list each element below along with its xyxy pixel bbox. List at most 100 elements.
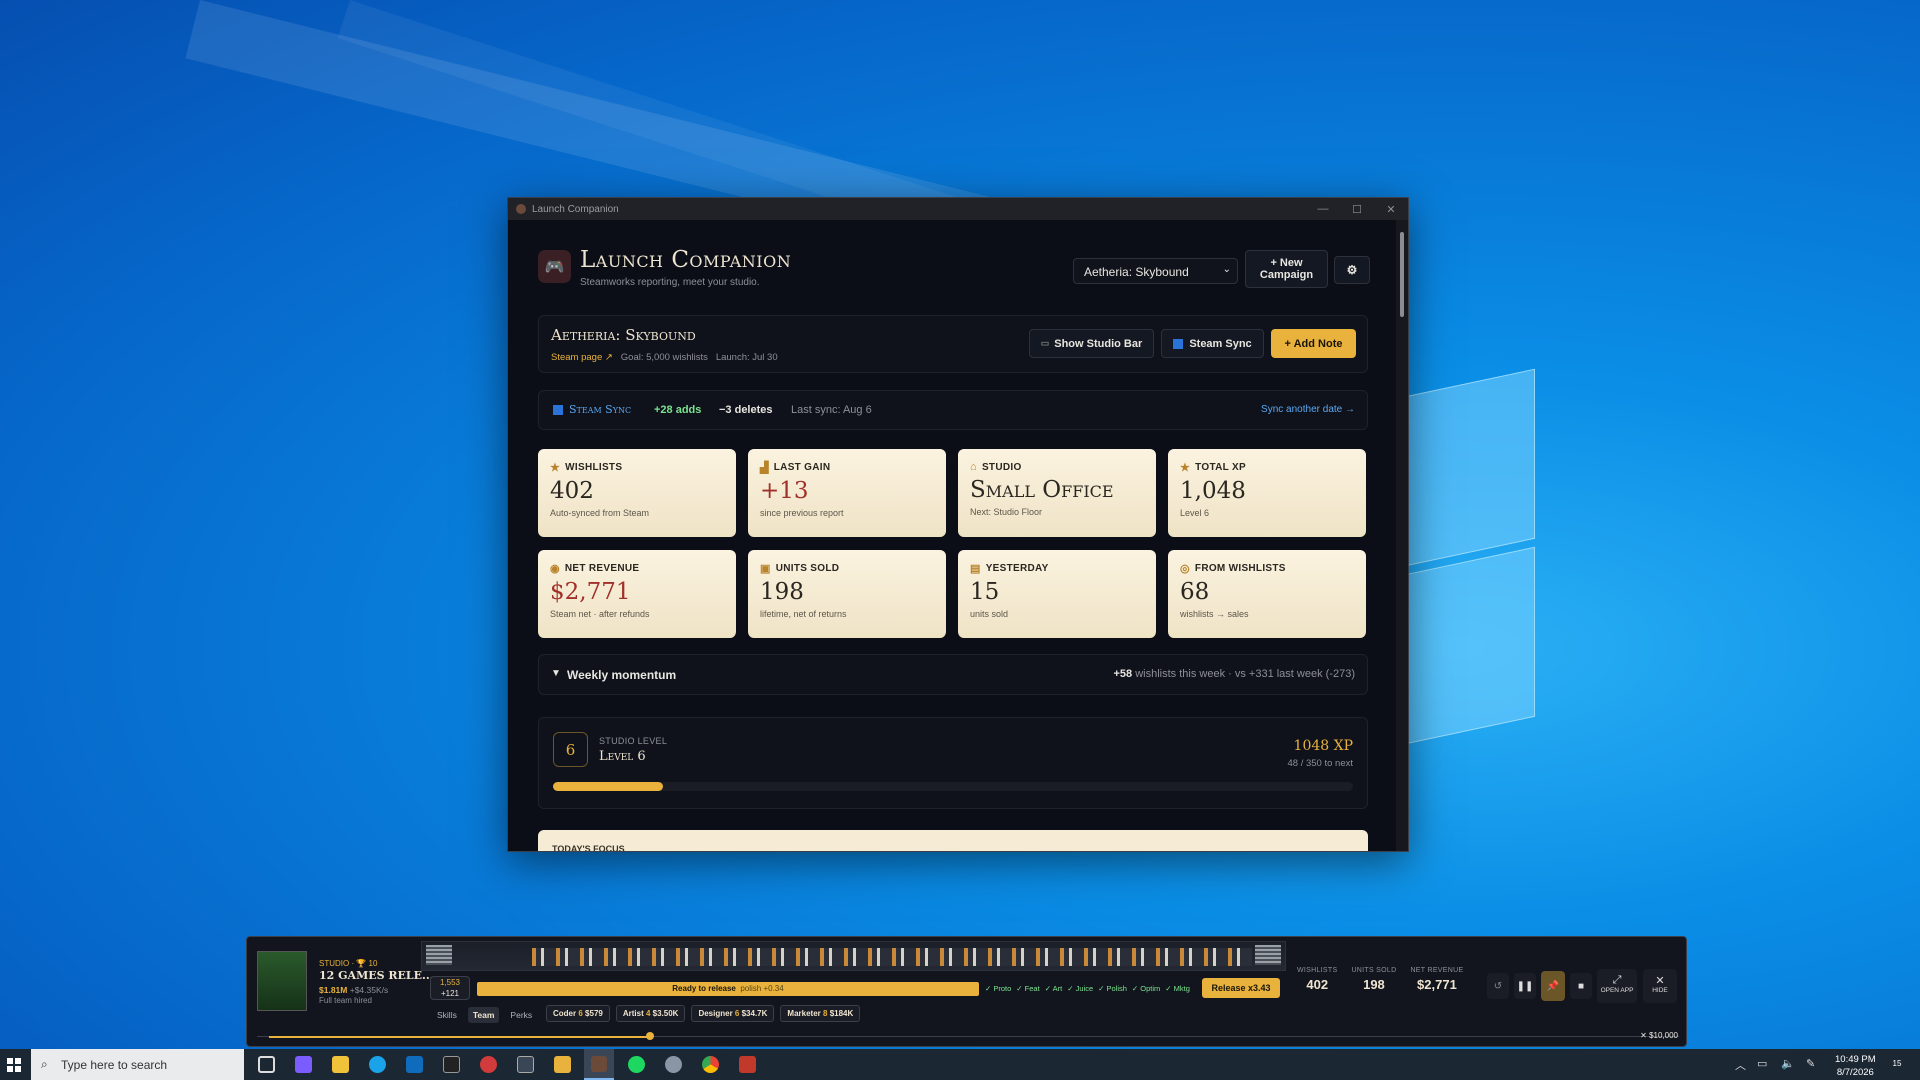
sync-label: Steam Sync — [569, 403, 632, 416]
file-explorer-icon[interactable] — [332, 1056, 349, 1073]
steam-sync-label: Steam Sync — [1189, 337, 1252, 350]
app-icon[interactable] — [554, 1056, 571, 1073]
tab-team[interactable]: Team — [467, 1007, 500, 1023]
polish-text: polish +0.34 — [740, 984, 784, 993]
scrollbar-thumb[interactable] — [1400, 232, 1404, 317]
clock-date: 8/7/2026 — [1836, 1067, 1874, 1078]
edge-icon[interactable] — [369, 1056, 386, 1073]
role-marketer-button[interactable]: Marketer 8 $184K — [780, 1005, 861, 1022]
stat-card-total-xp: ★ TOTAL XP 1,048 Level 6 — [1168, 449, 1366, 537]
launch-companion-taskbar-item[interactable] — [584, 1049, 614, 1080]
stat-sub: since previous report — [760, 508, 844, 518]
pen-icon[interactable]: ✎ — [1806, 1057, 1815, 1070]
stat-value: 15 — [970, 579, 1000, 605]
minimize-button[interactable]: — — [1306, 198, 1340, 220]
clock-time: 10:49 PM — [1835, 1054, 1876, 1065]
scrollbar[interactable] — [1396, 220, 1408, 851]
timeline-marker[interactable] — [646, 1032, 654, 1040]
goal-label: ✕ $10,000 — [1640, 1031, 1678, 1040]
terminal-icon[interactable] — [443, 1056, 460, 1073]
notification-button[interactable]: 15 — [1888, 1055, 1906, 1073]
stat-value: Small Office — [970, 477, 1114, 503]
stat-card-wishlists: ★ WISHLISTS 402 Auto-synced from Steam — [538, 449, 736, 537]
star-icon: ★ — [550, 462, 561, 474]
level-xp: 1048 XP — [1293, 738, 1353, 754]
role-level: 6 — [734, 1009, 740, 1018]
box-icon: ▣ — [760, 563, 771, 575]
release-progress-bar: Ready to release polish +0.34 — [477, 982, 979, 996]
pin-icon[interactable]: 📌 — [1541, 971, 1565, 1001]
triangle-down-icon: ▼ — [551, 668, 561, 679]
release-progress-text: Ready to release — [672, 984, 736, 993]
new-campaign-button[interactable]: + New Campaign — [1245, 250, 1328, 288]
studio-bar: STUDIO · 🏆 10 12 GAMES RELE... $1.81M +$… — [246, 936, 1687, 1047]
pause-icon[interactable]: ❚❚ — [1514, 973, 1536, 999]
app-icon[interactable] — [517, 1056, 534, 1073]
studio-rate: +$4.35K/s — [349, 985, 389, 995]
role-level: 8 — [823, 1009, 828, 1018]
stage-item: ✓ Juice — [1067, 984, 1094, 993]
stop-icon[interactable]: ■ — [1570, 973, 1592, 999]
add-note-button[interactable]: + Add Note — [1271, 329, 1356, 358]
level-caption: STUDIO LEVEL — [599, 736, 668, 746]
studio-metrics: WISHLISTS 402 UNITS SOLD 198 NET REVENUE $2,7… — [1297, 967, 1463, 992]
copilot-icon[interactable] — [295, 1056, 312, 1073]
gamepad-icon — [591, 1056, 607, 1072]
campaign-select[interactable]: Aetheria: Skybound ⌄ — [1073, 258, 1238, 284]
role-name: Coder — [553, 1009, 577, 1018]
campaign-launch: Launch: Jul 30 — [715, 352, 778, 363]
volume-icon[interactable]: 🔈 — [1781, 1057, 1795, 1070]
network-icon[interactable]: ▭ — [1757, 1057, 1767, 1070]
gear-icon[interactable]: ⚙ — [1334, 256, 1370, 284]
steam-page-link[interactable]: Steam page ↗ — [551, 352, 613, 363]
chevron-up-icon[interactable]: ︿ — [1735, 1057, 1746, 1073]
close-icon: ✕ — [1655, 975, 1665, 987]
open-app-label: OPEN APP — [1600, 987, 1634, 994]
campaign-select-value: Aetheria: Skybound — [1084, 265, 1189, 279]
refresh-icon[interactable]: ↺ — [1487, 973, 1509, 999]
app-icon[interactable] — [480, 1056, 497, 1073]
studio-hired: Full team hired — [319, 996, 372, 1005]
clock[interactable]: 10:49 PM 8/7/2026 — [1835, 1053, 1876, 1079]
open-app-button[interactable]: ⤢ OPEN APP — [1597, 969, 1637, 1003]
tab-skills[interactable]: Skills — [432, 1007, 462, 1023]
search-icon: ⌕ — [41, 1057, 48, 1071]
start-button[interactable] — [7, 1058, 21, 1072]
close-button[interactable]: ✕ — [1374, 198, 1408, 220]
metric-units-sold: UNITS SOLD 198 — [1351, 967, 1396, 992]
studio-thumbnail — [257, 951, 307, 1011]
release-button[interactable]: Release x3.43 — [1202, 978, 1280, 998]
role-designer-button[interactable]: Designer 6 $34.7K — [691, 1005, 775, 1022]
expand-icon: ⤢ — [1612, 974, 1622, 986]
app-title: Launch Companion — [580, 247, 792, 273]
weekly-momentum-panel[interactable]: ▼ Weekly momentum +58 wishlists this wee… — [538, 654, 1368, 695]
outlook-icon[interactable] — [406, 1056, 423, 1073]
stat-sub: Auto-synced from Steam — [550, 508, 650, 518]
hide-button[interactable]: ✕ HIDE — [1643, 969, 1677, 1003]
level-next: 48 / 350 to next — [1287, 758, 1354, 769]
role-artist-button[interactable]: Artist 4 $3.50K — [615, 1005, 686, 1022]
sync-another-date-link[interactable]: Sync another date → — [1261, 404, 1355, 415]
task-view-icon[interactable] — [258, 1056, 275, 1073]
steam-sync-button[interactable]: Steam Sync — [1161, 329, 1264, 358]
role-level: 6 — [578, 1009, 583, 1018]
tab-perks[interactable]: Perks — [505, 1007, 537, 1023]
chrome-icon[interactable] — [702, 1056, 719, 1073]
role-coder-button[interactable]: Coder 6 $579 — [546, 1005, 610, 1022]
level-name: Level 6 — [599, 749, 646, 764]
show-studio-bar-button[interactable]: ▭ Show Studio Bar — [1029, 329, 1154, 358]
stage-item: ✓ Optim — [1131, 984, 1161, 993]
app-icon[interactable] — [739, 1056, 756, 1073]
spotify-icon[interactable] — [628, 1056, 645, 1073]
settings-icon[interactable] — [665, 1056, 682, 1073]
chart-icon: ▟ — [760, 462, 769, 474]
studio-headline: 12 GAMES RELE... — [319, 969, 434, 982]
stat-value: 402 — [550, 478, 594, 504]
search-box[interactable]: ⌕ Type here to search — [31, 1049, 244, 1080]
sync-icon — [1173, 338, 1184, 349]
momentum-count: +58 — [1113, 668, 1133, 680]
metric-value: 198 — [1363, 977, 1385, 992]
maximize-button[interactable]: ☐ — [1340, 198, 1374, 220]
sync-deletes: −3 deletes — [719, 404, 773, 416]
studio-level-panel: 6 STUDIO LEVEL Level 6 1048 XP 48 / 350 … — [538, 717, 1368, 809]
